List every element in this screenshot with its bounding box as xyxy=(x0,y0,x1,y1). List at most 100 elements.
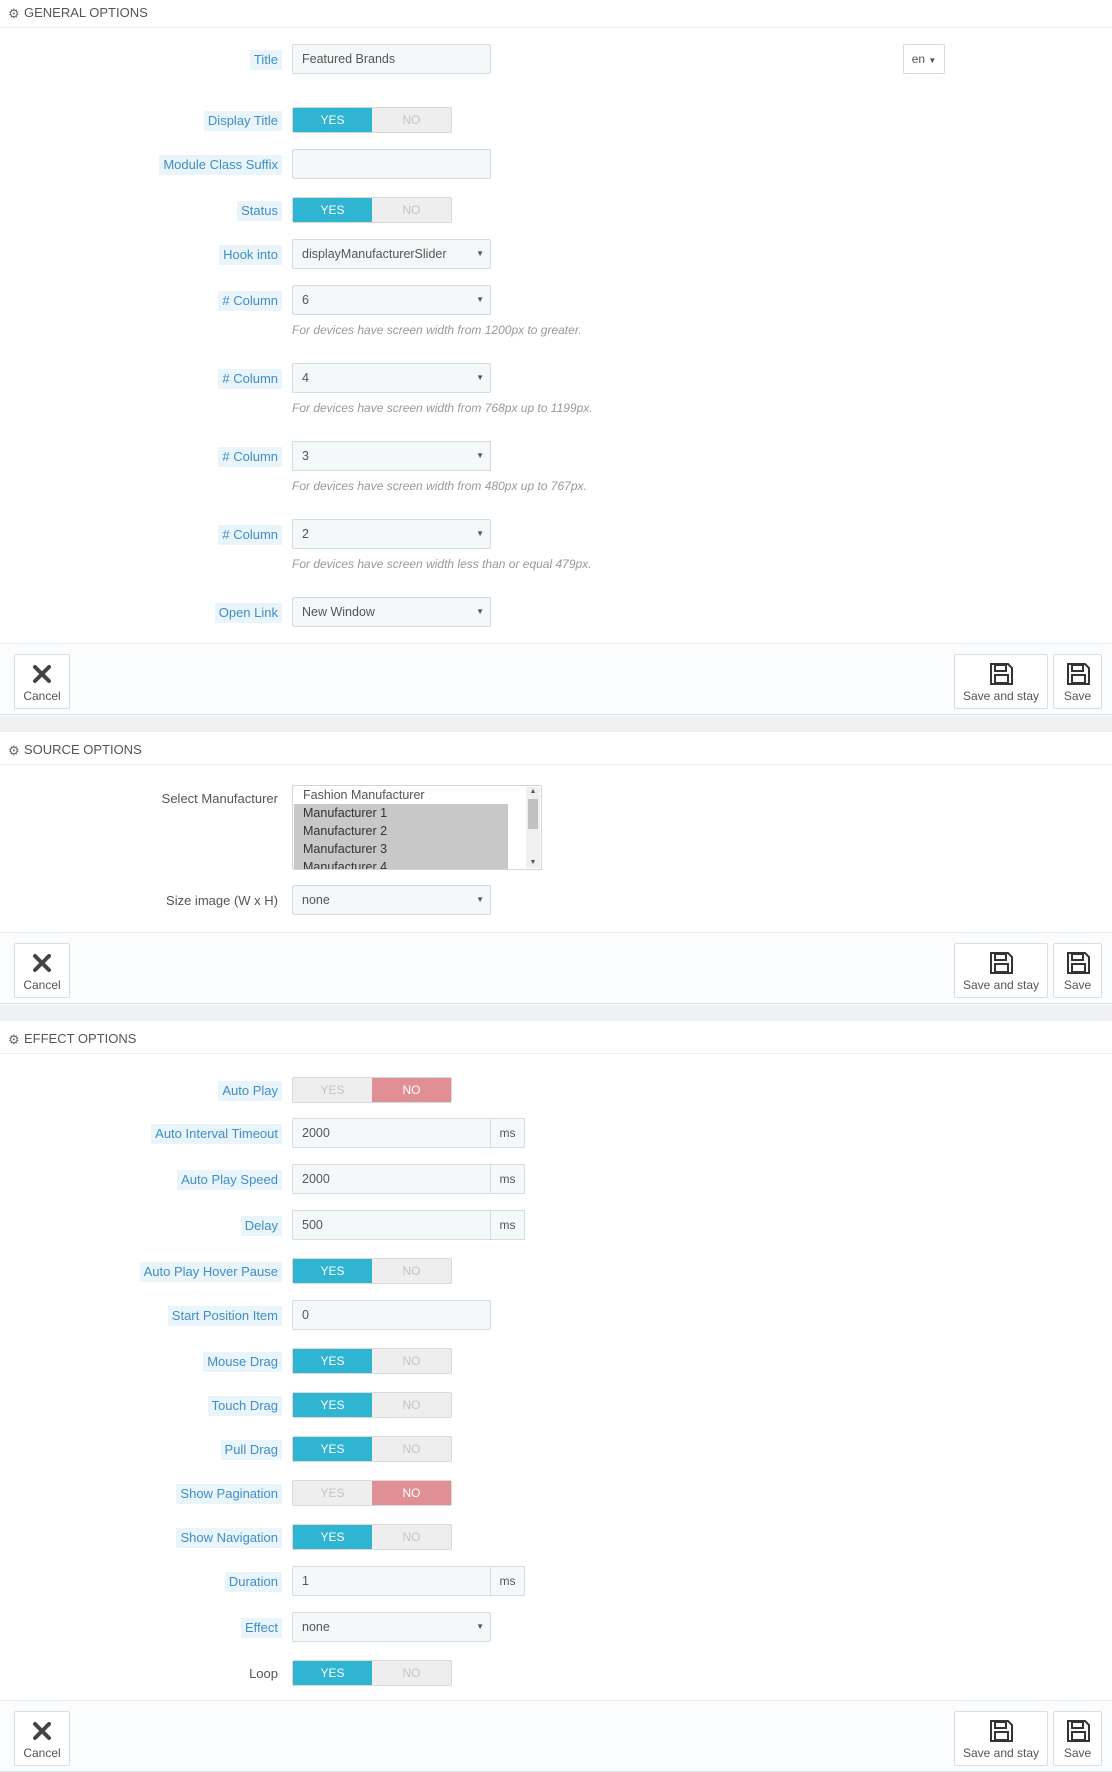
switch-no[interactable]: NO xyxy=(372,1393,451,1417)
field-column-2: # Column 4 For devices have screen width… xyxy=(0,363,1112,417)
scroll-down-icon[interactable]: ▼ xyxy=(526,858,540,868)
auto-play-speed-input[interactable]: 2000 xyxy=(292,1164,491,1194)
field-display-title: Display Title YES NO xyxy=(0,107,1112,135)
field-label: Touch Drag xyxy=(207,1396,282,1416)
column-select[interactable]: 6 xyxy=(292,285,491,315)
scroll-up-icon[interactable]: ▲ xyxy=(526,787,540,797)
field-title: Title Featured Brands en ▼ xyxy=(0,44,1112,76)
module-class-suffix-input[interactable] xyxy=(292,149,491,179)
auto-interval-timeout-input[interactable]: 2000 xyxy=(292,1118,491,1148)
unit-addon: ms xyxy=(490,1566,525,1596)
cancel-button[interactable]: Cancel xyxy=(14,943,70,998)
save-button[interactable]: Save xyxy=(1053,1711,1102,1766)
field-loop: Loop YES NO xyxy=(0,1660,1112,1688)
switch-no[interactable]: NO xyxy=(372,198,451,222)
panel-heading: ⚙ SOURCE OPTIONS xyxy=(0,737,1112,765)
panel-footer: Cancel Save and stay Save xyxy=(0,1700,1112,1772)
show-navigation-switch[interactable]: YES NO xyxy=(292,1524,452,1550)
panel-title: ⚙ SOURCE OPTIONS xyxy=(8,742,142,758)
switch-yes[interactable]: YES xyxy=(293,1481,372,1505)
size-image-select[interactable]: none xyxy=(292,885,491,915)
switch-no[interactable]: NO xyxy=(372,1259,451,1283)
switch-yes[interactable]: YES xyxy=(293,1349,372,1373)
language-dropdown[interactable]: en ▼ xyxy=(903,44,945,74)
cancel-button[interactable]: Cancel xyxy=(14,654,70,709)
panel-heading: ⚙ GENERAL OPTIONS xyxy=(0,0,1112,28)
touch-drag-switch[interactable]: YES NO xyxy=(292,1392,452,1418)
open-link-select[interactable]: New Window xyxy=(292,597,491,627)
list-item[interactable]: Fashion Manufacturer xyxy=(294,786,508,804)
field-label: # Column xyxy=(218,525,282,545)
field-label: Hook into xyxy=(219,245,282,265)
switch-no[interactable]: NO xyxy=(372,1661,451,1685)
field-module-class-suffix: Module Class Suffix xyxy=(0,149,1112,181)
auto-play-switch[interactable]: YES NO xyxy=(292,1077,452,1103)
list-item[interactable]: Manufacturer 4 xyxy=(294,858,508,869)
switch-no[interactable]: NO xyxy=(372,1078,451,1102)
panel-footer: Cancel Save and stay Save xyxy=(0,932,1112,1004)
field-show-pagination: Show Pagination YES NO xyxy=(0,1480,1112,1508)
field-label: # Column xyxy=(218,369,282,389)
switch-no[interactable]: NO xyxy=(372,108,451,132)
switch-yes[interactable]: YES xyxy=(293,1078,372,1102)
switch-no[interactable]: NO xyxy=(372,1525,451,1549)
source-options-panel: ⚙ SOURCE OPTIONS Select Manufacturer Fash… xyxy=(0,737,1112,1005)
switch-yes[interactable]: YES xyxy=(293,1437,372,1461)
display-title-switch[interactable]: YES NO xyxy=(292,107,452,133)
unit-addon: ms xyxy=(490,1118,525,1148)
general-options-panel: ⚙ GENERAL OPTIONS Title Featured Brands e… xyxy=(0,0,1112,716)
field-label: Auto Play Speed xyxy=(177,1170,282,1190)
status-switch[interactable]: YES NO xyxy=(292,197,452,223)
switch-yes[interactable]: YES xyxy=(293,198,372,222)
effect-options-panel: ⚙ EFFECT OPTIONS Auto Play YES NO Auto In… xyxy=(0,1026,1112,1772)
list-item[interactable]: Manufacturer 3 xyxy=(294,840,508,858)
column-select[interactable]: 4 xyxy=(292,363,491,393)
field-label: Show Pagination xyxy=(176,1484,282,1504)
start-position-item-input[interactable]: 0 xyxy=(292,1300,491,1330)
delay-input[interactable]: 500 xyxy=(292,1210,491,1240)
switch-yes[interactable]: YES xyxy=(293,1525,372,1549)
list-item[interactable]: Manufacturer 1 xyxy=(294,804,508,822)
field-auto-play: Auto Play YES NO xyxy=(0,1077,1112,1105)
scroll-thumb[interactable] xyxy=(528,799,538,829)
field-label: Loop xyxy=(249,1666,278,1681)
save-and-stay-button[interactable]: Save and stay xyxy=(954,943,1048,998)
cogs-icon: ⚙ xyxy=(8,1031,20,1047)
effect-select[interactable]: none xyxy=(292,1612,491,1642)
hook-into-select[interactable]: displayManufacturerSlider xyxy=(292,239,491,269)
title-input[interactable]: Featured Brands xyxy=(292,44,491,74)
help-text: For devices have screen width from 480px… xyxy=(292,479,587,493)
pull-drag-switch[interactable]: YES NO xyxy=(292,1436,452,1462)
manufacturer-listbox[interactable]: Fashion Manufacturer Manufacturer 1 Manu… xyxy=(292,785,542,870)
field-label: Open Link xyxy=(214,603,282,623)
listbox-scrollbar[interactable]: ▲ ▼ xyxy=(526,787,540,868)
switch-yes[interactable]: YES xyxy=(293,1259,372,1283)
auto-play-hover-pause-switch[interactable]: YES NO xyxy=(292,1258,452,1284)
switch-no[interactable]: NO xyxy=(372,1481,451,1505)
save-and-stay-button[interactable]: Save and stay xyxy=(954,1711,1048,1766)
switch-yes[interactable]: YES xyxy=(293,108,372,132)
save-and-stay-button[interactable]: Save and stay xyxy=(954,654,1048,709)
save-button[interactable]: Save xyxy=(1053,654,1102,709)
unit-addon: ms xyxy=(490,1210,525,1240)
caret-down-icon: ▼ xyxy=(928,56,937,65)
switch-no[interactable]: NO xyxy=(372,1437,451,1461)
mouse-drag-switch[interactable]: YES NO xyxy=(292,1348,452,1374)
field-open-link: Open Link New Window xyxy=(0,597,1112,629)
loop-switch[interactable]: YES NO xyxy=(292,1660,452,1686)
save-icon xyxy=(990,952,1013,974)
switch-yes[interactable]: YES xyxy=(293,1393,372,1417)
switch-yes[interactable]: YES xyxy=(293,1661,372,1685)
column-select[interactable]: 2 xyxy=(292,519,491,549)
list-item[interactable]: Manufacturer 2 xyxy=(294,822,508,840)
switch-no[interactable]: NO xyxy=(372,1349,451,1373)
save-icon xyxy=(990,663,1013,685)
field-delay: Delay 500 ms xyxy=(0,1210,1112,1242)
save-button[interactable]: Save xyxy=(1053,943,1102,998)
cancel-button[interactable]: Cancel xyxy=(14,1711,70,1766)
field-label: # Column xyxy=(218,291,282,311)
show-pagination-switch[interactable]: YES NO xyxy=(292,1480,452,1506)
duration-input[interactable]: 1 xyxy=(292,1566,491,1596)
field-label: Effect xyxy=(240,1618,282,1638)
column-select[interactable]: 3 xyxy=(292,441,491,471)
